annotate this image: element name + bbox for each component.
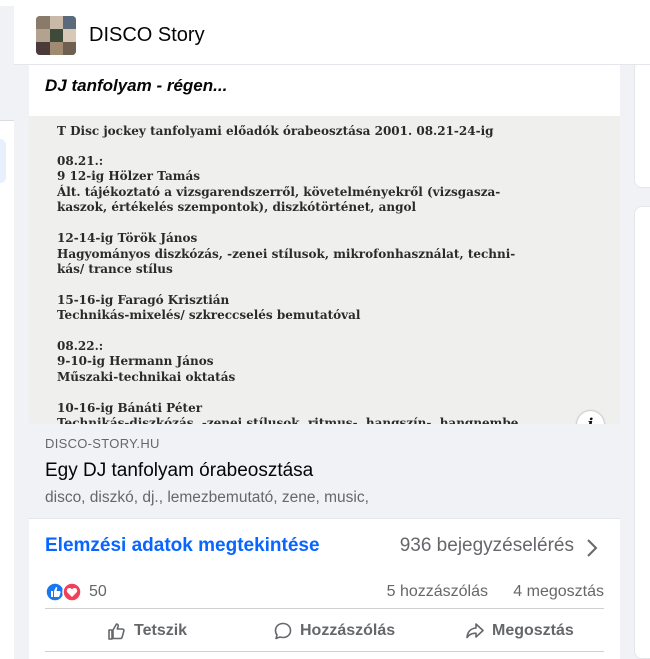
left-panel-highlight	[0, 139, 6, 183]
doc-line: 10-16-ig Bánáti Péter	[57, 401, 203, 415]
doc-line: 08.21.:	[57, 154, 104, 168]
doc-line: T Disc jockey tanfolyami előadók órabeos…	[57, 124, 494, 138]
doc-line: 9-10-ig Hermann János	[57, 354, 214, 368]
reaction-count[interactable]: 50	[89, 583, 107, 601]
chevron-right-icon[interactable]	[584, 537, 600, 559]
insights-bar: Elemzési adatok megtekintése 936 bejegyz…	[29, 518, 620, 572]
link-description: disco, diszkó, dj., lemezbemutató, zene,…	[45, 489, 369, 506]
comment-count[interactable]: 5 hozzászólás	[387, 583, 488, 601]
doc-line: kaszok, értékelés szempontok), diszkótör…	[57, 200, 417, 214]
share-label: Megosztás	[492, 622, 574, 639]
doc-line: 9 12-ig Hölzer Tamás	[57, 169, 200, 183]
post-card: DISCO Story DJ tanfolyam - régen... T Di…	[14, 6, 650, 659]
doc-line: 12-14-ig Török János	[57, 231, 198, 245]
share-count[interactable]: 4 megosztás	[513, 583, 604, 601]
post-stats: 50 5 hozzászólás 4 megosztás	[29, 572, 620, 608]
page-name[interactable]: DISCO Story	[89, 24, 205, 47]
share-icon	[466, 623, 484, 639]
comment-button[interactable]: Hozzászólás	[273, 617, 395, 645]
doc-line: Ált. tájékoztató a vizsgarendszerről, kö…	[57, 185, 501, 199]
document-image[interactable]: T Disc jockey tanfolyami előadók órabeos…	[29, 116, 620, 424]
like-label: Tetszik	[134, 622, 188, 639]
post-text: DJ tanfolyam - régen...	[45, 76, 228, 95]
post-header: DISCO Story	[14, 6, 650, 65]
like-button[interactable]: Tetszik	[107, 617, 187, 645]
link-domain: DISCO-STORY.HU	[45, 436, 160, 451]
link-title[interactable]: Egy DJ tanfolyam órabeosztása	[45, 460, 313, 482]
reactions-icon[interactable]	[45, 582, 85, 602]
page-avatar[interactable]	[36, 16, 76, 55]
comment-label: Hozzászólás	[300, 622, 396, 639]
share-button[interactable]: Megosztás	[465, 617, 574, 645]
doc-line: Műszaki-technikai oktatás	[57, 370, 236, 384]
doc-line: Technikás-diszkózás, -zenei stílusok, ri…	[57, 416, 519, 424]
action-bar: Tetszik Hozzászólás Megosztás	[45, 608, 604, 652]
facebook-post-view: DISCO Story DJ tanfolyam - régen... T Di…	[0, 0, 650, 659]
doc-line: Hagyományos diszkózás, -zenei stílusok, …	[57, 247, 516, 261]
doc-line: Technikás-mixelés/ szkreccselés bemutató…	[57, 308, 361, 322]
link-preview[interactable]: DISCO-STORY.HU Egy DJ tanfolyam órabeosz…	[29, 424, 620, 518]
left-panel-edge	[0, 120, 14, 659]
doc-line: kás/ trance stílus	[57, 262, 173, 276]
doc-line: 08.22.:	[57, 339, 104, 353]
comment-icon	[274, 622, 292, 640]
thumbs-up-icon	[108, 623, 125, 640]
post-engagements[interactable]: 936 bejegyzéselérés	[400, 535, 574, 557]
view-insights-link[interactable]: Elemzési adatok megtekintése	[45, 535, 320, 557]
right-panel-edge-top	[634, 60, 650, 188]
right-panel-edge-bottom	[634, 206, 650, 659]
doc-line: 15-16-ig Faragó Krisztián	[57, 293, 230, 307]
